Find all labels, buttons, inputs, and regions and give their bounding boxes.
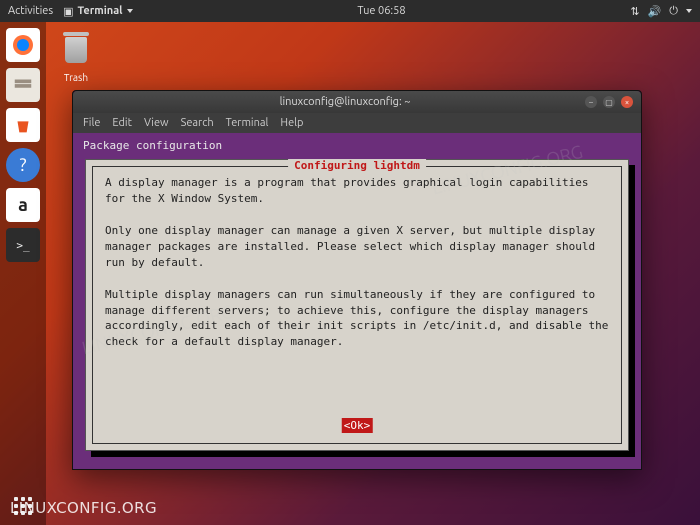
firefox-icon[interactable] bbox=[6, 28, 40, 62]
software-icon[interactable] bbox=[6, 108, 40, 142]
terminal-icon[interactable]: >_ bbox=[6, 228, 40, 262]
window-close-button[interactable]: × bbox=[621, 96, 633, 108]
package-config-header: Package configuration bbox=[79, 137, 635, 158]
app-menu[interactable]: ▣ Terminal bbox=[63, 5, 132, 18]
chevron-down-icon bbox=[686, 9, 692, 13]
menu-file[interactable]: File bbox=[83, 117, 100, 129]
menu-view[interactable]: View bbox=[144, 117, 169, 129]
clock[interactable]: Tue 06:58 bbox=[133, 5, 631, 17]
terminal-window: linuxconfig@linuxconfig: ~ – ▢ × File Ed… bbox=[72, 90, 642, 470]
system-status-area[interactable]: ⇅ 🔊 ⏻ bbox=[630, 5, 692, 18]
amazon-icon[interactable]: a bbox=[6, 188, 40, 222]
window-minimize-button[interactable]: – bbox=[585, 96, 597, 108]
debconf-dialog: Configuring lightdm A display manager is… bbox=[85, 159, 629, 451]
sound-icon: 🔊 bbox=[648, 5, 662, 18]
terminal-menubar: File Edit View Search Terminal Help bbox=[73, 113, 641, 133]
network-icon: ⇅ bbox=[630, 5, 639, 18]
ubuntu-dock: ? a >_ bbox=[0, 22, 46, 525]
menu-search[interactable]: Search bbox=[181, 117, 214, 129]
help-icon[interactable]: ? bbox=[6, 148, 40, 182]
window-maximize-button[interactable]: ▢ bbox=[603, 96, 615, 108]
menu-terminal[interactable]: Terminal bbox=[226, 117, 269, 129]
trash-label: Trash bbox=[58, 72, 94, 83]
menu-help[interactable]: Help bbox=[280, 117, 303, 129]
dialog-text: A display manager is a program that prov… bbox=[105, 175, 609, 350]
ok-button[interactable]: <Ok> bbox=[342, 418, 373, 433]
trash-icon bbox=[65, 37, 87, 63]
menu-edit[interactable]: Edit bbox=[112, 117, 132, 129]
window-titlebar[interactable]: linuxconfig@linuxconfig: ~ – ▢ × bbox=[73, 91, 641, 113]
app-menu-label: Terminal bbox=[78, 5, 123, 17]
trash-desktop-icon[interactable]: Trash bbox=[58, 30, 94, 83]
power-icon: ⏻ bbox=[669, 5, 678, 18]
files-icon[interactable] bbox=[6, 68, 40, 102]
gnome-topbar: Activities ▣ Terminal Tue 06:58 ⇅ 🔊 ⏻ bbox=[0, 0, 700, 22]
terminal-menu-icon: ▣ bbox=[63, 5, 73, 18]
dialog-title: Configuring lightdm bbox=[288, 159, 426, 172]
activities-button[interactable]: Activities bbox=[8, 5, 53, 17]
window-title: linuxconfig@linuxconfig: ~ bbox=[113, 96, 577, 108]
show-applications-button[interactable] bbox=[14, 497, 32, 515]
terminal-body[interactable]: Package configuration Configuring lightd… bbox=[73, 133, 641, 469]
